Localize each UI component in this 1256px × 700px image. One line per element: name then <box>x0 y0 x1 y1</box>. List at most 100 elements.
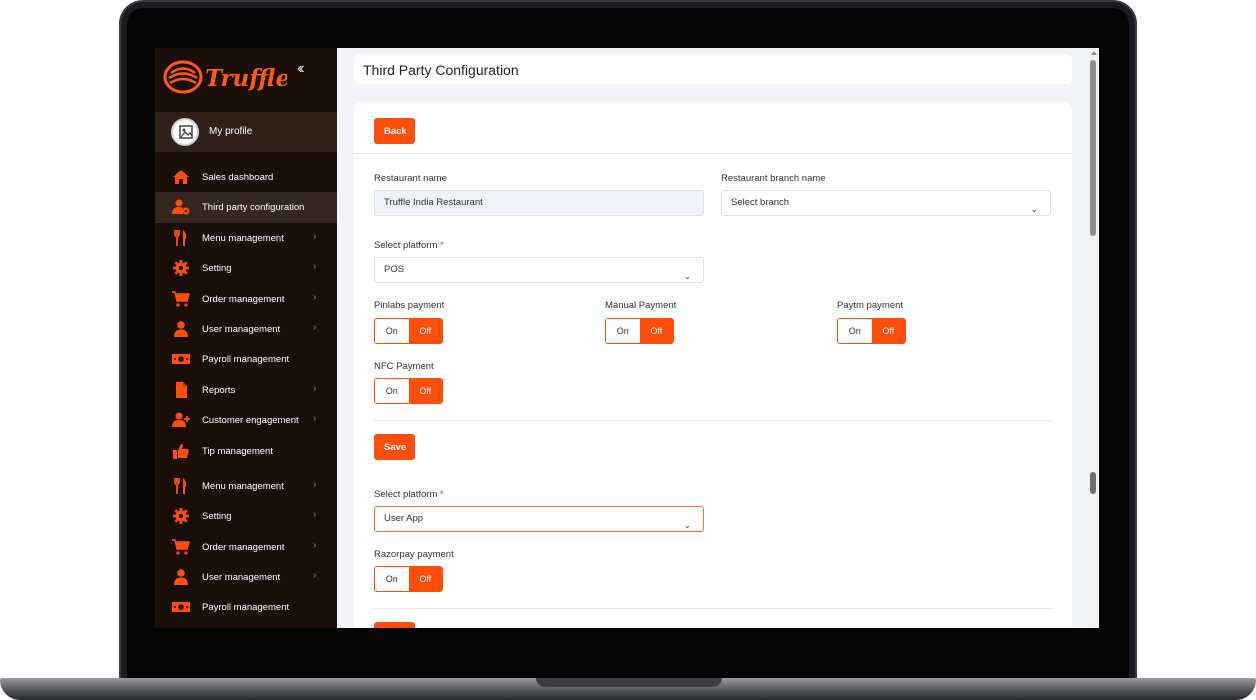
nfc-payment-toggle[interactable]: On Off <box>374 378 443 404</box>
sidebar-item-setting[interactable]: Setting › <box>155 501 337 531</box>
sidebar-nav: Sales dashboard Third party configuratio… <box>155 162 337 623</box>
branch-select-value: Select branch <box>731 197 790 208</box>
manual-payment-toggle[interactable]: On Off <box>605 318 674 344</box>
chevron-right-icon: › <box>313 509 317 521</box>
profile-label: My profile <box>209 126 253 137</box>
avatar <box>171 118 199 146</box>
sidebar-item-label: Setting <box>202 263 232 275</box>
chevron-down-icon: ⌄ <box>683 271 691 281</box>
home-icon <box>173 170 189 184</box>
toggle-on-option[interactable]: On <box>375 379 409 403</box>
restaurant-name-label: Restaurant name <box>374 173 447 184</box>
platform-select-user-app[interactable]: User App ⌄ <box>374 506 704 532</box>
brand-name: Truffle <box>205 65 287 92</box>
platform-select-value: POS <box>384 264 405 275</box>
scroll-up-icon[interactable] <box>1091 51 1097 55</box>
chevron-right-icon: › <box>313 291 317 303</box>
sidebar-item-label: Third party configuration <box>202 202 305 214</box>
sidebar-item-customer-engagement[interactable]: Customer engagement › <box>155 405 337 435</box>
chevron-down-icon: ⌄ <box>1030 204 1038 214</box>
platform-label: Select platform * <box>374 489 444 500</box>
chevron-right-icon: › <box>313 261 317 273</box>
user-icon <box>174 569 188 586</box>
toggle-off-option[interactable]: Off <box>408 567 442 591</box>
gear-icon <box>173 260 189 277</box>
sidebar-item-label: Menu management <box>202 480 284 492</box>
sidebar-item-label: Tip management <box>202 445 273 457</box>
money-icon <box>172 354 190 365</box>
platform-select-value: User App <box>384 513 424 524</box>
sidebar-item-label: Payroll management <box>202 602 290 614</box>
toggle-on-option[interactable]: On <box>375 567 409 591</box>
sidebar-item-payroll-management[interactable]: Payroll management <box>155 592 337 622</box>
user-plus-icon <box>172 412 190 428</box>
sidebar-item-label: Menu management <box>202 232 284 244</box>
document-icon <box>176 381 187 398</box>
toggle-off-option[interactable]: Off <box>639 319 673 343</box>
required-mark: * <box>440 240 444 251</box>
sidebar-item-reports[interactable]: Reports › <box>155 375 337 405</box>
toggle-off-option[interactable]: Off <box>871 319 905 343</box>
pinlabs-payment-toggle[interactable]: On Off <box>374 318 443 344</box>
chevron-right-icon: › <box>313 413 317 425</box>
sidebar-item-payroll-management[interactable]: Payroll management <box>155 344 337 374</box>
sidebar-item-tip-management[interactable]: Tip management <box>155 436 337 466</box>
profile-item[interactable]: My profile <box>155 112 337 152</box>
chevron-right-icon: › <box>313 478 317 490</box>
cart-icon <box>172 290 190 307</box>
sidebar-item-setting[interactable]: Setting › <box>155 253 337 283</box>
sidebar: Truffle ‹‹ My profile Sales dashboard Th… <box>155 48 337 628</box>
sidebar-item-third-party-configuration[interactable]: Third party configuration <box>155 192 337 223</box>
page-scrollbar[interactable] <box>1088 48 1099 628</box>
chevron-down-icon: ⌄ <box>683 520 691 530</box>
brand-logo[interactable]: Truffle <box>163 58 290 98</box>
cart-icon <box>172 538 190 555</box>
sidebar-item-label: Order management <box>202 541 285 553</box>
required-mark: * <box>440 489 444 500</box>
scroll-marker <box>1090 472 1096 494</box>
platform-select-pos[interactable]: POS ⌄ <box>374 257 704 283</box>
platform-label: Select platform * <box>374 240 444 251</box>
user-gear-icon <box>172 199 190 215</box>
scroll-thumb[interactable] <box>1090 60 1096 236</box>
paytm-payment-toggle[interactable]: On Off <box>837 318 906 344</box>
sidebar-item-order-management[interactable]: Order management › <box>155 284 337 314</box>
sidebar-item-label: Payroll management <box>202 354 290 366</box>
sidebar-item-label: Sales dashboard <box>202 172 274 183</box>
app-screen: Truffle ‹‹ My profile Sales dashboard Th… <box>155 48 1099 628</box>
fork-knife-icon <box>174 477 187 494</box>
toggle-on-option[interactable]: On <box>606 319 640 343</box>
image-placeholder-icon <box>179 125 193 139</box>
sidebar-item-label: Customer engagement <box>202 415 299 427</box>
restaurant-name-field[interactable]: Truffle India Restaurant <box>374 190 704 216</box>
double-chevron-left-icon[interactable]: ‹‹ <box>297 60 304 78</box>
paytm-payment-label: Paytm payment <box>837 300 903 311</box>
toggle-on-option[interactable]: On <box>375 319 409 343</box>
back-button[interactable]: Back <box>374 118 415 144</box>
page-header: Third Party Configuration <box>354 54 1072 84</box>
branch-select[interactable]: Select branch ⌄ <box>721 190 1051 216</box>
toggle-off-option[interactable]: Off <box>408 319 442 343</box>
manual-payment-label: Manual Payment <box>605 300 677 311</box>
toggle-off-option[interactable]: Off <box>408 379 442 403</box>
sidebar-item-user-management[interactable]: User management › <box>155 314 337 344</box>
sidebar-item-user-management[interactable]: User management › <box>155 562 337 592</box>
save-button-partial[interactable] <box>374 622 415 628</box>
divider <box>374 420 1052 421</box>
laptop-notch <box>536 678 722 687</box>
sidebar-item-sales-dashboard[interactable]: Sales dashboard <box>155 162 337 192</box>
sidebar-item-menu-management[interactable]: Menu management › <box>155 471 337 501</box>
user-icon <box>174 321 188 337</box>
main-content: Third Party Configuration Back Restauran… <box>337 48 1099 628</box>
sidebar-item-menu-management[interactable]: Menu management › <box>155 223 337 253</box>
nfc-payment-label: NFC Payment <box>374 361 434 372</box>
divider <box>354 153 1072 154</box>
razorpay-payment-toggle[interactable]: On Off <box>374 566 443 592</box>
chevron-right-icon: › <box>313 230 317 242</box>
sidebar-item-order-management[interactable]: Order management › <box>155 532 337 562</box>
sidebar-item-label: Order management <box>202 293 285 305</box>
thumbs-up-icon <box>173 443 189 459</box>
money-icon <box>172 602 190 613</box>
save-button[interactable]: Save <box>374 434 415 460</box>
toggle-on-option[interactable]: On <box>838 319 872 343</box>
